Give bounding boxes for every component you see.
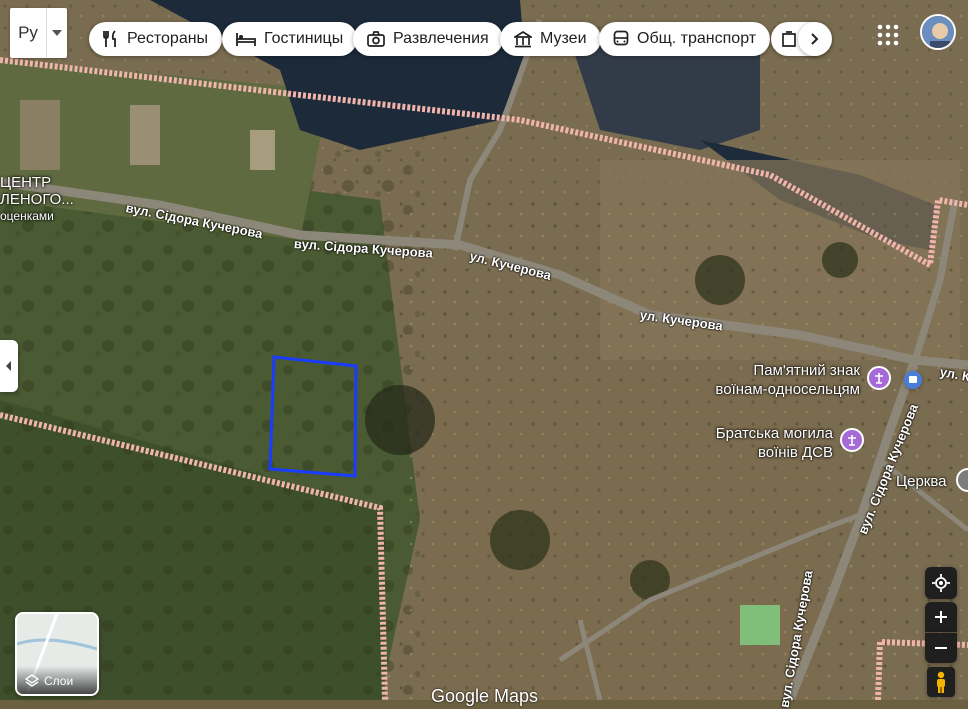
museum-icon <box>514 30 532 47</box>
memorial-pin-icon[interactable] <box>867 366 891 390</box>
chip-entertainment[interactable]: Развлечения <box>353 22 503 56</box>
chip-restaurants[interactable]: Рестораны <box>89 22 223 56</box>
chip-label: Гостиницы <box>264 30 344 47</box>
minus-icon <box>935 647 947 649</box>
chip-label: Рестораны <box>127 30 209 47</box>
my-location-button[interactable] <box>925 567 957 599</box>
layers-button[interactable]: Слои <box>15 612 99 696</box>
grave-label[interactable]: Братська могила воїнів ДСВ <box>716 424 833 462</box>
memorial-label[interactable]: Пам'ятний знак воїнам-односельцям <box>715 361 860 399</box>
place-label-line: ЦЕНТР <box>0 174 52 191</box>
avatar[interactable] <box>920 14 956 50</box>
chip-transit[interactable]: Общ. транспорт <box>599 22 771 56</box>
chip-museums[interactable]: Музеи <box>500 22 601 56</box>
memorial-label-line: воїнам-односельцям <box>715 381 860 398</box>
chevron-down-icon[interactable] <box>47 30 67 36</box>
pharmacy-icon <box>782 31 796 47</box>
zoom-out-button[interactable] <box>925 633 957 663</box>
grave-label-line: воїнів ДСВ <box>757 444 833 461</box>
language-code: Ру <box>18 23 38 42</box>
memorial-label-line: Пам'ятний знак <box>753 362 860 379</box>
apps-grid-icon[interactable] <box>877 24 899 46</box>
plus-icon <box>935 611 947 623</box>
layers-icon <box>25 674 39 687</box>
street-view-pegman-icon[interactable] <box>927 667 955 697</box>
google-maps-watermark: Google Maps <box>431 686 539 706</box>
layers-label: Слои <box>44 674 74 688</box>
chip-label: Общ. транспорт <box>637 30 757 47</box>
place-label-line: ЛЕНОГО... <box>0 191 74 208</box>
scroll-chips-right-button[interactable] <box>798 22 832 56</box>
collapse-panel-button[interactable] <box>0 340 18 392</box>
grave-pin-icon[interactable] <box>840 428 864 452</box>
chevron-right-icon <box>811 33 819 45</box>
grave-label-line: Братська могила <box>715 425 833 442</box>
church-label[interactable]: Церква <box>896 473 947 490</box>
chip-label: Развлечения <box>393 30 489 47</box>
crosshair-icon <box>932 574 950 592</box>
satellite-map[interactable] <box>0 0 968 700</box>
place-label-center[interactable]: ЦЕНТР ЛЕНОГО... оценками <box>0 174 74 225</box>
chevron-left-icon <box>6 361 11 371</box>
bed-icon <box>236 33 256 46</box>
language-selector[interactable]: Ру <box>10 8 67 58</box>
chip-hotels[interactable]: Гостиницы <box>222 22 358 56</box>
zoom-in-button[interactable] <box>925 602 957 632</box>
chip-label: Музеи <box>540 30 587 47</box>
place-label-line: оценками <box>0 209 54 223</box>
bus-icon <box>613 30 629 46</box>
fork-knife-icon <box>103 30 116 47</box>
bus-stop-icon[interactable] <box>904 371 922 389</box>
camera-icon <box>367 31 385 47</box>
